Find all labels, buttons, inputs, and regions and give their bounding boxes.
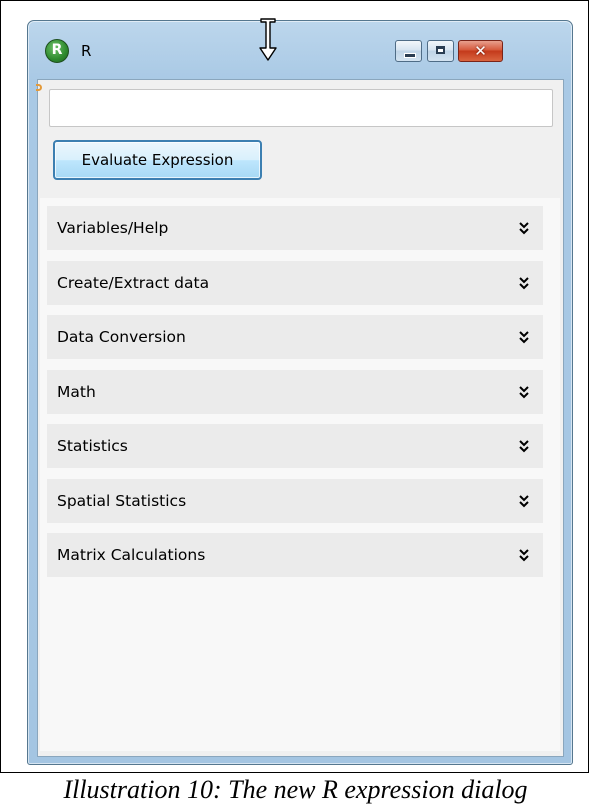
figure-caption: Illustration 10: The new R expression di… <box>63 775 528 804</box>
minimize-button[interactable] <box>395 40 422 62</box>
maximize-button[interactable] <box>427 40 454 62</box>
section-label: Create/Extract data <box>57 274 210 292</box>
double-chevron-down-icon <box>519 495 529 508</box>
double-chevron-down-icon <box>519 386 529 399</box>
window-title: R <box>81 42 92 60</box>
section-data-conversion[interactable]: Data Conversion <box>47 315 543 359</box>
minimize-icon <box>404 53 416 58</box>
section-label: Data Conversion <box>57 328 186 346</box>
section-label: Statistics <box>57 437 128 455</box>
section-spatial-statistics[interactable]: Spatial Statistics <box>47 479 543 523</box>
maximize-icon <box>436 46 445 54</box>
double-chevron-down-icon <box>519 549 529 562</box>
double-chevron-down-icon <box>519 440 529 453</box>
title-bar[interactable]: R R ✕ <box>28 21 572 83</box>
double-chevron-down-icon <box>519 277 529 290</box>
section-label: Variables/Help <box>57 219 169 237</box>
close-icon: ✕ <box>474 42 487 60</box>
section-statistics[interactable]: Statistics <box>47 424 543 468</box>
resize-cursor-icon <box>259 18 277 61</box>
section-matrix-calculations[interactable]: Matrix Calculations <box>47 533 543 577</box>
r-logo-letter: R <box>51 42 63 58</box>
close-button[interactable]: ✕ <box>458 40 503 62</box>
section-label: Spatial Statistics <box>57 492 187 510</box>
section-variables-help[interactable]: Variables/Help <box>47 206 543 250</box>
section-math[interactable]: Math <box>47 370 543 414</box>
section-label: Math <box>57 383 96 401</box>
dialog-content: Evaluate Expression Variables/Help Creat… <box>36 79 564 757</box>
double-chevron-down-icon <box>519 331 529 344</box>
evaluate-expression-button[interactable]: Evaluate Expression <box>53 140 262 180</box>
r-window: R R ✕ Evaluate Expression Variables/Help <box>27 20 573 765</box>
double-chevron-down-icon <box>519 222 529 235</box>
expression-input[interactable] <box>49 89 553 127</box>
focus-marker-icon <box>36 84 42 91</box>
section-create-extract-data[interactable]: Create/Extract data <box>47 261 543 305</box>
section-label: Matrix Calculations <box>57 546 206 564</box>
function-sections-panel: Variables/Help Create/Extract data Data … <box>40 198 560 751</box>
r-logo-icon: R <box>45 39 69 63</box>
